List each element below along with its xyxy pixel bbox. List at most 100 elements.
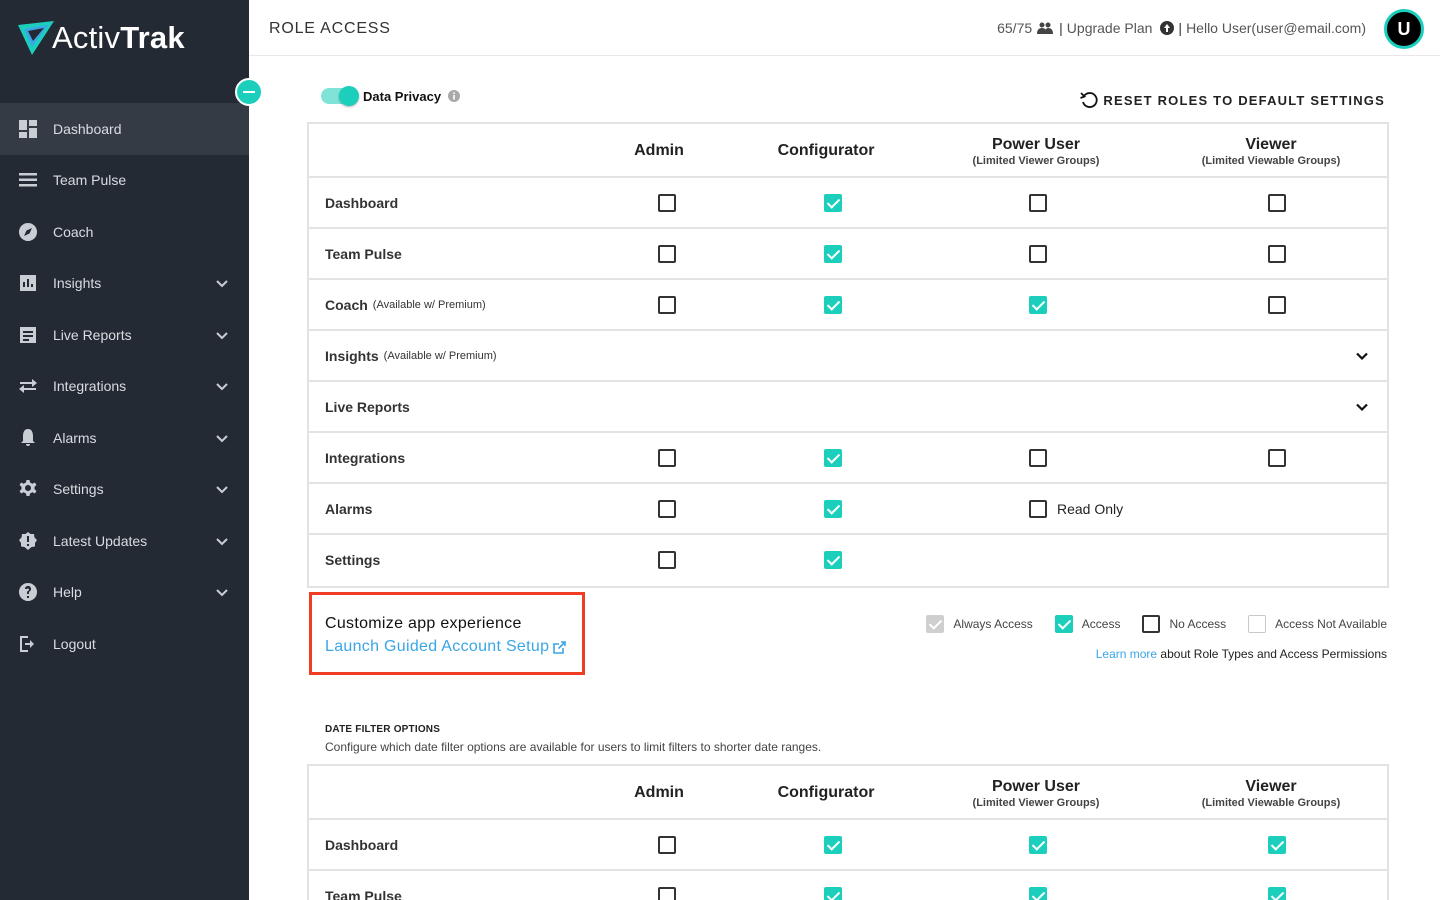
chevron-down-icon[interactable] [215, 379, 229, 393]
permission-checkbox[interactable] [824, 296, 842, 314]
checkbox[interactable] [1029, 500, 1047, 518]
table-row[interactable]: Live Reports [309, 382, 1387, 433]
sidebar-item-coach[interactable]: Coach [0, 206, 249, 258]
checkbox[interactable] [1029, 296, 1047, 314]
user-avatar[interactable]: U [1384, 9, 1424, 49]
checkbox[interactable] [658, 245, 676, 263]
activtrak-logo[interactable]: ActivTrak [18, 18, 185, 58]
info-icon[interactable] [448, 90, 461, 102]
checkbox[interactable] [824, 887, 842, 900]
checkbox[interactable] [1268, 194, 1286, 212]
permission-checkbox[interactable] [1029, 836, 1047, 854]
checkbox[interactable] [824, 194, 842, 212]
permission-checkbox[interactable] [1268, 296, 1286, 314]
sidebar-item-insights[interactable]: Insights [0, 258, 249, 310]
checkbox[interactable] [658, 449, 676, 467]
permission-checkbox[interactable] [1268, 887, 1286, 900]
permission-checkbox[interactable] [658, 194, 676, 212]
learn-more-link[interactable]: Learn more [1096, 647, 1157, 661]
permission-checkbox[interactable] [658, 500, 676, 518]
chevron-down-icon[interactable] [215, 482, 229, 496]
checkbox[interactable] [1029, 887, 1047, 900]
table-header: Admin Configurator Power User (Limited View… [309, 124, 1387, 178]
checkbox[interactable] [824, 836, 842, 854]
upgrade-plan-link[interactable]: Upgrade Plan [1067, 20, 1153, 36]
permission-checkbox[interactable] [1029, 449, 1047, 467]
data-privacy-toggle[interactable] [321, 86, 359, 106]
checkbox[interactable] [1268, 296, 1286, 314]
sidebar-item-dashboard[interactable]: Dashboard [0, 103, 249, 155]
sidebar-item-settings[interactable]: Settings [0, 464, 249, 516]
permission-checkbox[interactable] [1029, 245, 1047, 263]
permission-checkbox[interactable] [658, 887, 676, 900]
permission-checkbox[interactable] [658, 296, 676, 314]
chevron-down-icon[interactable] [215, 431, 229, 445]
chevron-down-icon[interactable] [215, 328, 229, 342]
checkbox[interactable] [1268, 449, 1286, 467]
launch-guided-setup-link[interactable]: Launch Guided Account Setup [325, 638, 582, 656]
sidebar-item-integrations[interactable]: Integrations [0, 361, 249, 413]
launch-guided-setup-label: Launch Guided Account Setup [325, 638, 550, 655]
permission-checkbox[interactable] [658, 449, 676, 467]
sidebar-item-team-pulse[interactable]: Team Pulse [0, 155, 249, 207]
checkbox[interactable] [824, 245, 842, 263]
permission-checkbox[interactable] [824, 551, 842, 569]
chevron-down-icon[interactable] [1355, 349, 1369, 363]
permission-checkbox[interactable] [1268, 245, 1286, 263]
permission-checkbox[interactable] [824, 887, 842, 900]
checkbox[interactable] [1029, 194, 1047, 212]
sidebar-item-logout[interactable]: Logout [0, 618, 249, 670]
permission-checkbox[interactable] [824, 449, 842, 467]
permission-checkbox[interactable] [824, 836, 842, 854]
reset-roles-button[interactable]: RESET ROLES TO DEFAULT SETTINGS [1079, 90, 1385, 110]
help-icon [18, 582, 38, 602]
checkbox[interactable] [1029, 245, 1047, 263]
checkbox[interactable] [658, 887, 676, 900]
team-pulse-icon [18, 170, 38, 190]
learn-more-desc: about Role Types and Access Permissions [1157, 647, 1387, 661]
permission-checkbox[interactable] [1029, 194, 1047, 212]
checkbox[interactable] [1268, 887, 1286, 900]
checkbox[interactable] [658, 551, 676, 569]
checkbox[interactable] [1268, 836, 1286, 854]
permission-checkbox[interactable] [824, 194, 842, 212]
checkbox[interactable] [658, 500, 676, 518]
collapse-sidebar-button[interactable] [235, 78, 263, 106]
sidebar-item-latest-updates[interactable]: Latest Updates [0, 515, 249, 567]
upgrade-arrow-icon[interactable] [1160, 21, 1175, 35]
chevron-down-icon[interactable] [215, 585, 229, 599]
chevron-down-icon[interactable] [215, 276, 229, 290]
chevron-down-icon[interactable] [1355, 400, 1369, 414]
gear-icon [18, 479, 38, 499]
checkbox[interactable] [824, 296, 842, 314]
permission-checkbox[interactable] [658, 245, 676, 263]
table-row[interactable]: Insights (Available w/ Premium) [309, 331, 1387, 382]
checkbox[interactable] [824, 500, 842, 518]
permission-checkbox[interactable] [1029, 887, 1047, 900]
sidebar-item-alarms[interactable]: Alarms [0, 412, 249, 464]
sidebar-item-help[interactable]: Help [0, 567, 249, 619]
read-only-option[interactable]: Read Only [1029, 500, 1123, 518]
legend-checkbox [1248, 615, 1267, 633]
permission-checkbox[interactable] [658, 836, 676, 854]
permission-checkbox[interactable] [1268, 194, 1286, 212]
permission-checkbox[interactable] [1268, 836, 1286, 854]
checkbox[interactable] [1029, 449, 1047, 467]
permission-checkbox[interactable] [824, 500, 842, 518]
checkbox[interactable] [1029, 836, 1047, 854]
checkbox[interactable] [824, 449, 842, 467]
row-label: Dashboard [325, 194, 399, 211]
checkbox[interactable] [658, 836, 676, 854]
permission-checkbox[interactable] [1268, 449, 1286, 467]
permission-checkbox[interactable] [1029, 296, 1047, 314]
read-only-label: Read Only [1057, 501, 1124, 517]
header-account-info: 65/75 | Upgrade Plan | Hello User (user@… [997, 20, 1366, 36]
permission-checkbox[interactable] [824, 245, 842, 263]
permission-checkbox[interactable] [658, 551, 676, 569]
checkbox[interactable] [1268, 245, 1286, 263]
checkbox[interactable] [658, 194, 676, 212]
sidebar-item-live-reports[interactable]: Live Reports [0, 309, 249, 361]
checkbox[interactable] [824, 551, 842, 569]
checkbox[interactable] [658, 296, 676, 314]
chevron-down-icon[interactable] [215, 534, 229, 548]
